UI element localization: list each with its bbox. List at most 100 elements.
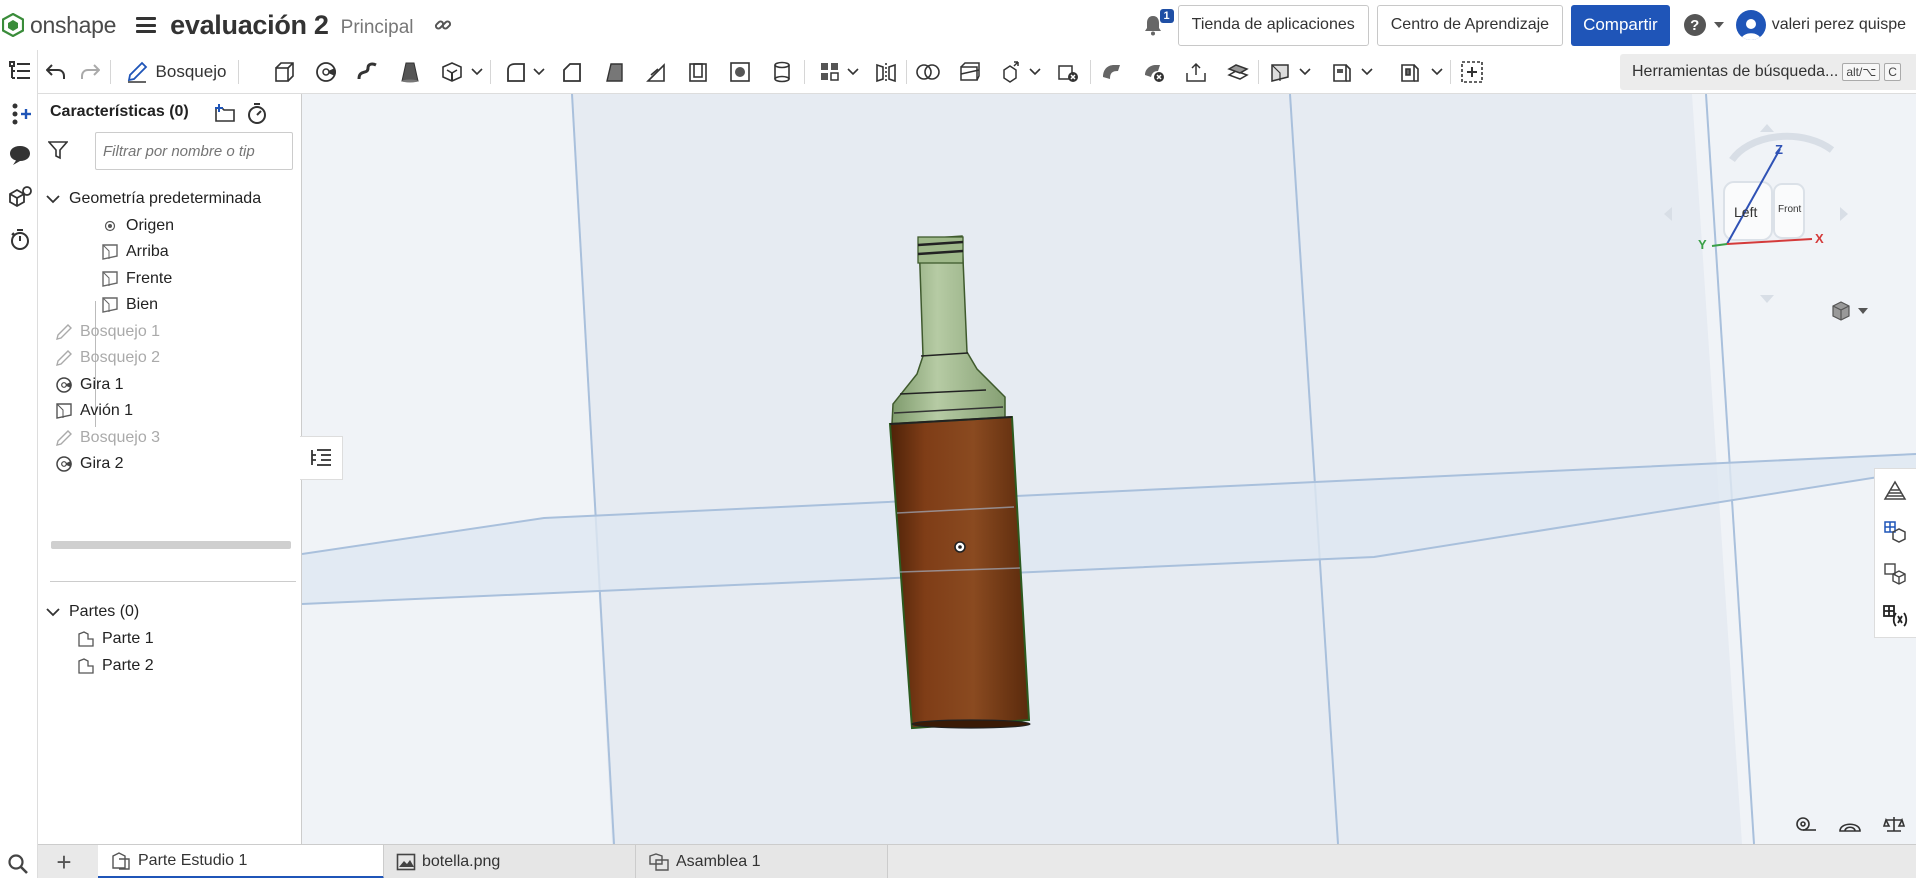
measure-tape-icon[interactable]	[1784, 814, 1828, 834]
rib-icon[interactable]	[642, 58, 670, 86]
filter-icon[interactable]	[47, 140, 70, 162]
delete-part-icon[interactable]	[1054, 58, 1082, 86]
default-geometry-group[interactable]: Geometría predeterminada	[46, 186, 261, 212]
tab-assembly[interactable]: Asamblea 1	[636, 845, 888, 878]
parts-group[interactable]: Partes (0)	[46, 599, 139, 625]
sketch-button[interactable]: Bosquejo	[120, 58, 232, 86]
tab-part-studio[interactable]: Parte Estudio 1	[98, 845, 384, 878]
variables-panel-icon[interactable]	[1875, 595, 1915, 637]
appearance-panel-icon[interactable]	[1875, 469, 1915, 511]
section-view-icon[interactable]	[1828, 814, 1872, 834]
chevron-down-icon[interactable]	[1028, 58, 1042, 86]
add-custom-feature-icon[interactable]	[1458, 58, 1486, 86]
document-title[interactable]: evaluación 2	[170, 10, 329, 41]
sweep-icon[interactable]	[354, 58, 382, 86]
learning-center-button[interactable]: Centro de Aprendizaje	[1376, 4, 1564, 46]
delete-face-icon[interactable]	[1140, 58, 1168, 86]
boolean-icon[interactable]	[914, 58, 942, 86]
view-cube[interactable]: Left Front Z X Y	[1662, 104, 1868, 321]
user-menu[interactable]: valeri perez quispe	[1735, 10, 1906, 40]
parts-configurations-icon[interactable]	[7, 184, 33, 210]
share-button[interactable]: Compartir	[1571, 4, 1670, 46]
search-tabs-icon[interactable]	[6, 852, 32, 876]
chevron-down-icon[interactable]	[1298, 58, 1312, 86]
hole-icon[interactable]	[726, 58, 754, 86]
mirror-icon[interactable]	[872, 58, 900, 86]
view-cube-left-face[interactable]: Left	[1734, 204, 1757, 220]
pattern-icon[interactable]	[816, 58, 844, 86]
cylinder-icon[interactable]	[768, 58, 796, 86]
graphics-viewport[interactable]: Left Front Z X Y	[302, 94, 1916, 844]
replace-face-icon[interactable]	[1224, 58, 1252, 86]
surface-icon[interactable]	[1396, 58, 1424, 86]
plane-item-front[interactable]: Frente	[100, 266, 172, 292]
chevron-down-icon[interactable]	[1360, 58, 1374, 86]
chevron-down-icon[interactable]	[846, 58, 860, 86]
feature-item-plane-1[interactable]: Avión 1	[54, 398, 133, 424]
link-icon[interactable]	[432, 14, 454, 36]
modify-fillet-icon[interactable]	[1098, 58, 1126, 86]
chevron-down-icon[interactable]	[1430, 58, 1444, 86]
origin-item[interactable]: Origen	[100, 213, 174, 239]
feature-item-sketch-3[interactable]: Bosquejo 3	[54, 425, 160, 451]
view-options-dropdown[interactable]	[1830, 300, 1872, 322]
feature-filter-input[interactable]	[95, 132, 293, 170]
cube-icon	[1832, 301, 1850, 321]
features-header: Características (0)	[50, 103, 189, 120]
feature-item-sketch-2[interactable]: Bosquejo 2	[54, 345, 160, 371]
transform-icon[interactable]	[998, 58, 1026, 86]
tab-image[interactable]: botella.png	[384, 845, 636, 878]
app-store-button[interactable]: Tienda de aplicaciones	[1177, 4, 1369, 46]
split-icon[interactable]	[956, 58, 984, 86]
chevron-down-icon	[1713, 22, 1724, 28]
feature-item-sketch-1[interactable]: Bosquejo 1	[54, 319, 160, 345]
insert-feature-icon[interactable]	[7, 100, 33, 126]
shell-icon[interactable]	[684, 58, 712, 86]
help-menu[interactable]: ?	[1683, 14, 1724, 36]
workspace-name[interactable]: Principal	[341, 17, 414, 39]
undo-icon[interactable]	[42, 58, 70, 86]
comments-icon[interactable]	[7, 142, 33, 168]
chevron-down-icon	[46, 608, 60, 617]
part-label: Parte 1	[102, 630, 154, 647]
onshape-logo[interactable]: onshape	[2, 12, 116, 39]
notifications-bell-icon[interactable]: 1	[1138, 9, 1174, 40]
feature-list-icon[interactable]	[7, 58, 33, 84]
part-item-2[interactable]: Parte 2	[76, 653, 154, 679]
user-name: valeri perez quispe	[1771, 16, 1906, 33]
history-timer-icon[interactable]	[7, 226, 33, 252]
part-item-1[interactable]: Parte 1	[76, 626, 154, 652]
chevron-down-icon[interactable]	[470, 58, 484, 86]
tool-search-box[interactable]: Herramientas de búsqueda... alt/⌥ C	[1620, 54, 1916, 90]
feature-item-revolve-1[interactable]: Gira 1	[54, 372, 124, 398]
add-folder-icon[interactable]	[214, 102, 238, 124]
feature-label: Bosquejo 1	[80, 323, 161, 340]
view-cube-front-face[interactable]: Front	[1778, 204, 1801, 215]
chamfer-icon[interactable]	[558, 58, 586, 86]
fillet-icon[interactable]	[502, 58, 530, 86]
feature-panel: Características (0) Geometría predetermi…	[38, 94, 302, 844]
move-face-icon[interactable]	[1182, 58, 1210, 86]
sheet-metal-icon[interactable]	[1328, 58, 1356, 86]
origin-label: Origen	[126, 217, 175, 234]
mass-properties-icon[interactable]	[1872, 814, 1916, 834]
draft-icon[interactable]	[600, 58, 628, 86]
menu-icon[interactable]	[136, 17, 157, 33]
collapse-panel-button[interactable]	[300, 436, 343, 480]
feature-list-scrollbar[interactable]	[51, 541, 291, 549]
plane-item-right[interactable]: Bien	[100, 292, 158, 318]
plane-item-top[interactable]: Arriba	[100, 239, 169, 265]
feature-item-revolve-2[interactable]: Gira 2	[54, 451, 124, 477]
revolve-icon[interactable]	[312, 58, 340, 86]
chevron-down-icon[interactable]	[532, 58, 546, 86]
loft-icon[interactable]	[396, 58, 424, 86]
extrude-icon[interactable]	[270, 58, 298, 86]
redo-icon[interactable]	[76, 58, 104, 86]
add-tab-button[interactable]: +	[38, 845, 90, 878]
plane-icon[interactable]	[1266, 58, 1294, 86]
shortcut-key-alt: alt/⌥	[1842, 63, 1881, 81]
rollback-timer-icon[interactable]	[246, 101, 270, 125]
thicken-icon[interactable]	[438, 58, 466, 86]
parts-mass-panel-icon[interactable]	[1875, 553, 1915, 595]
configurations-panel-icon[interactable]	[1875, 511, 1915, 553]
